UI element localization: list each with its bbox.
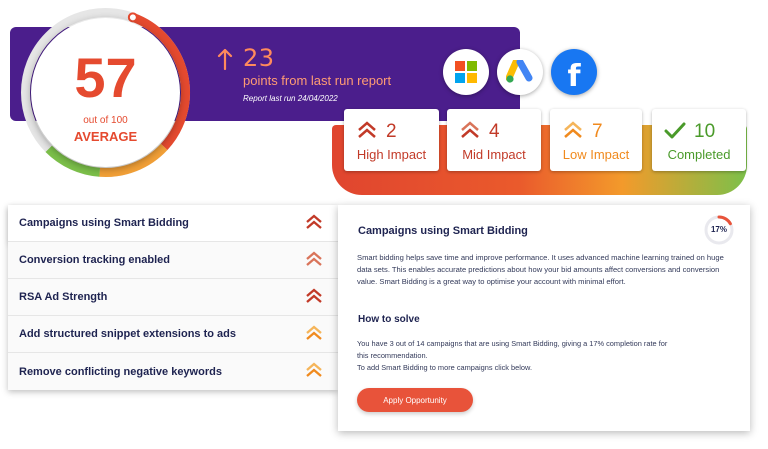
last-run-date: Report last run 24/04/2022 [243,94,338,103]
detail-title: Campaigns using Smart Bidding [358,225,528,237]
facebook-icon: f [567,58,581,94]
recommendation-item[interactable]: Add structured snippet extensions to ads [8,316,338,353]
how-to-solve-heading: How to solve [358,314,420,325]
high-impact-icon [306,288,322,303]
score-out-of: out of 100 [83,115,128,126]
mid-impact-icon [461,121,479,138]
recommendation-item[interactable]: Remove conflicting negative keywords [8,353,338,390]
recommendation-item[interactable]: Campaigns using Smart Bidding [8,205,338,242]
high-impact-icon [358,121,376,138]
recommendation-label: Conversion tracking enabled [19,254,170,266]
recommendation-item[interactable]: Conversion tracking enabled [8,242,338,279]
low-impact-label: Low Impact [562,147,630,162]
low-impact-icon [306,362,322,377]
microsoft-logo[interactable] [443,49,489,95]
checkmark-icon [664,122,686,139]
recommendation-label: Remove conflicting negative keywords [19,365,222,378]
recommendation-detail-panel: Campaigns using Smart Bidding 17% Smart … [338,205,750,431]
high-impact-icon [306,251,322,266]
score-delta: 23 [243,44,275,72]
high-impact-card[interactable]: 2 High Impact [344,109,439,171]
low-impact-card[interactable]: 7 Low Impact [550,109,642,171]
completed-label: Completed [667,147,731,162]
how-to-solve-text: You have 3 out of 14 campaigns that are … [357,339,668,360]
score-delta-label: points from last run report [243,73,392,88]
apply-opportunity-button[interactable]: Apply Opportunity [357,388,473,412]
recommendation-label: RSA Ad Strength [19,291,108,303]
mid-impact-card[interactable]: 4 Mid Impact [447,109,541,171]
low-impact-count: 7 [592,121,603,142]
high-impact-icon [306,214,322,229]
completed-card[interactable]: 10 Completed [652,109,746,171]
arrow-up-icon [217,48,233,70]
recommendation-list: Campaigns using Smart Bidding Conversion… [8,205,338,390]
recommendation-label: Campaigns using Smart Bidding [19,217,189,229]
mid-impact-label: Mid Impact [462,147,526,162]
low-impact-icon [306,325,322,340]
recommendation-item[interactable]: RSA Ad Strength [8,279,338,316]
completion-percent: 17% [710,225,727,234]
recommendation-label: Add structured snippet extensions to ads [19,328,236,340]
score-rating-label: AVERAGE [73,129,138,144]
google-ads-icon [506,60,533,83]
mid-impact-count: 4 [489,121,500,142]
high-impact-label: High Impact [356,147,427,162]
score-gauge: 57 out of 100 AVERAGE [18,5,193,180]
facebook-logo[interactable]: f [551,49,597,95]
microsoft-icon [455,61,477,83]
detail-description: Smart bidding helps save time and improv… [357,253,724,286]
how-to-solve-instruction: To add Smart Bidding to more campaigns c… [357,363,532,372]
high-impact-count: 2 [386,121,397,142]
completed-count: 10 [694,121,716,142]
google-ads-logo[interactable] [497,49,543,95]
score-value: 57 [74,46,137,109]
low-impact-icon [564,121,582,138]
